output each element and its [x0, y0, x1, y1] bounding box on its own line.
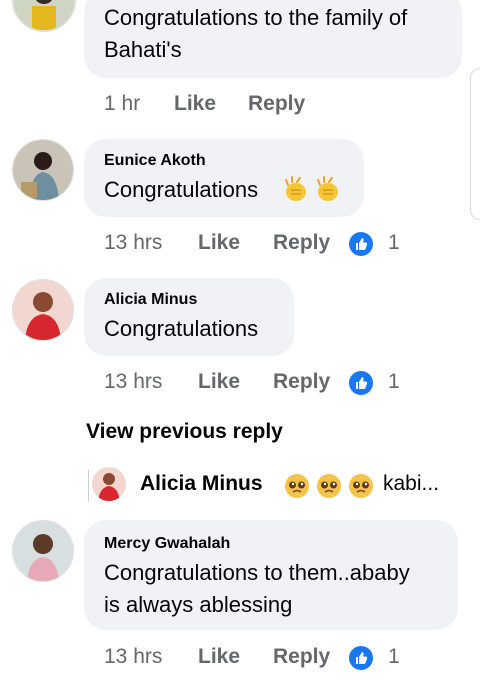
reaction-count: 1	[388, 231, 400, 254]
comment-text: Congratulations	[104, 177, 259, 202]
comment-text-line-2: Bahati's	[104, 37, 182, 62]
reply-preview-text[interactable]: kabi...	[383, 472, 439, 496]
comment-text-line-1: Congratulations to them..ababy	[104, 560, 410, 585]
comment-text-line-1: Congratulations to the family of	[104, 5, 408, 30]
reply-button[interactable]: Reply	[248, 92, 305, 116]
reaction-count: 1	[388, 645, 400, 668]
comment-time[interactable]: 13 hrs	[104, 645, 162, 669]
clapping-hands-icon	[282, 176, 310, 204]
avatar[interactable]	[12, 520, 74, 582]
comment-time[interactable]: 1 hr	[104, 92, 140, 116]
pleading-face-icon	[284, 473, 310, 499]
pleading-face-icon	[348, 473, 374, 499]
adjacent-panel-edge	[470, 68, 480, 220]
clapping-hands-icon	[314, 176, 342, 204]
avatar[interactable]	[12, 279, 74, 341]
like-button[interactable]: Like	[198, 645, 240, 669]
comment-author[interactable]: Alicia Minus	[104, 291, 197, 309]
comment-time[interactable]: 13 hrs	[104, 370, 162, 394]
like-button[interactable]: Like	[174, 92, 216, 116]
like-reaction-icon[interactable]	[349, 646, 373, 670]
like-reaction-icon[interactable]	[349, 371, 373, 395]
reply-button[interactable]: Reply	[273, 645, 330, 669]
reply-preview-author[interactable]: Alicia Minus	[140, 472, 263, 496]
comment-text-line-2: is always ablessing	[104, 592, 293, 617]
view-previous-reply-link[interactable]: View previous reply	[86, 420, 283, 444]
reaction-count: 1	[388, 370, 400, 393]
avatar[interactable]	[12, 0, 76, 32]
comment-author[interactable]: Mercy Gwahalah	[104, 535, 230, 553]
like-button[interactable]: Like	[198, 370, 240, 394]
avatar[interactable]	[92, 467, 126, 501]
reply-button[interactable]: Reply	[273, 231, 330, 255]
like-reaction-icon[interactable]	[349, 232, 373, 256]
avatar[interactable]	[12, 139, 74, 201]
reply-thread-line	[88, 470, 89, 502]
reply-button[interactable]: Reply	[273, 370, 330, 394]
like-button[interactable]: Like	[198, 231, 240, 255]
comment-text: Congratulations	[104, 316, 259, 341]
comment-author[interactable]: Eunice Akoth	[104, 152, 206, 170]
comment-time[interactable]: 13 hrs	[104, 231, 162, 255]
pleading-face-icon	[316, 473, 342, 499]
